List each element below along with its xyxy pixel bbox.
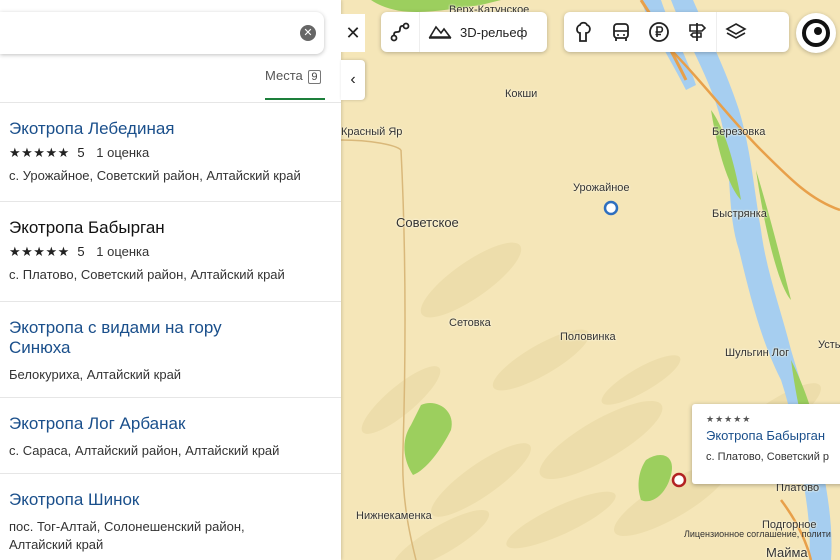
popup-address: с. Платово, Советский р xyxy=(706,451,830,463)
marker-urozhainoe[interactable] xyxy=(603,200,619,216)
relief-icon xyxy=(428,22,452,43)
route-icon[interactable] xyxy=(381,12,419,52)
map-label-setovka: Сетовка xyxy=(449,317,491,329)
map-label-nizhnekamenka: Нижнекаменка xyxy=(356,510,432,522)
result-title[interactable]: Экотропа Лебединая xyxy=(9,119,332,139)
relief-toggle-button[interactable]: 3D-рельеф xyxy=(419,12,537,52)
attraction-icon[interactable] xyxy=(564,12,602,52)
search-results-panel: ✕ Места 9 Экотропа Лебединая ★★★★★ 5 1 о… xyxy=(0,0,341,560)
result-address-line: Алтайский край xyxy=(9,537,104,552)
tab-places-label: Места xyxy=(265,68,303,83)
rating-value: 5 xyxy=(77,244,85,259)
rating-value: 5 xyxy=(77,145,85,160)
result-title-line: Экотропа с видами на гору xyxy=(9,318,222,337)
profile-button[interactable] xyxy=(796,13,836,53)
map-label-ust: Усть xyxy=(818,339,840,351)
result-rating: ★★★★★ 5 1 оценка xyxy=(9,244,332,260)
relief-label: 3D-рельеф xyxy=(460,24,528,40)
close-panel-button[interactable]: ✕ xyxy=(341,14,365,52)
map-label-sovetskoe: Советское xyxy=(396,215,459,230)
result-title[interactable]: Экотропа Лог Арбанак xyxy=(9,414,332,434)
popup-title[interactable]: Экотропа Бабырган xyxy=(706,428,838,443)
close-icon: ✕ xyxy=(345,23,361,43)
result-title[interactable]: Экотропа с видами на гору Синюха xyxy=(9,318,332,358)
result-rating: ★★★★★ 5 1 оценка xyxy=(9,145,332,161)
signpost-icon[interactable] xyxy=(678,12,716,52)
map-label-urozhainoe: Урожайное xyxy=(573,182,630,194)
map-label-kokshi: Кокши xyxy=(505,88,538,100)
result-address: Белокуриха, Алтайский край xyxy=(9,367,182,382)
map-label-maima: Майма xyxy=(766,545,808,560)
result-title-line: Синюха xyxy=(9,338,71,357)
clear-icon[interactable]: ✕ xyxy=(300,25,316,41)
result-title[interactable]: Экотропа Шинок xyxy=(9,490,332,510)
chevron-left-icon: ‹ xyxy=(350,71,356,88)
map-label-bystryanka: Быстрянка xyxy=(712,208,767,220)
ruble-icon[interactable] xyxy=(640,12,678,52)
transport-icon[interactable] xyxy=(602,12,640,52)
layers-icon[interactable] xyxy=(716,12,755,52)
result-address: пос. Тог-Алтай, Солонешенский район, Алт… xyxy=(9,518,332,554)
result-address: с. Урожайное, Советский район, Алтайский… xyxy=(9,168,301,183)
collapse-panel-button[interactable]: ‹ xyxy=(341,60,365,100)
marker-babyrgan[interactable] xyxy=(671,472,687,488)
result-item[interactable]: Экотропа Лебединая ★★★★★ 5 1 оценка с. У… xyxy=(0,103,341,202)
avatar-icon xyxy=(802,19,830,47)
result-item[interactable]: Экотропа Лог Арбанак с. Сараса, Алтайски… xyxy=(0,398,341,474)
review-count: 1 оценка xyxy=(96,244,150,259)
result-address: с. Сараса, Алтайский район, Алтайский кр… xyxy=(9,443,280,458)
rating-stars: ★★★★★ xyxy=(9,145,70,160)
map-toolbar-layers xyxy=(564,12,789,52)
popup-rating-stars: ★★★★★ xyxy=(706,414,752,424)
map-label-berezovka: Березовка xyxy=(712,126,766,138)
review-count: 1 оценка xyxy=(96,145,150,160)
results-tabs: Места 9 xyxy=(0,56,341,103)
copyright-text[interactable]: Лицензионное соглашение, полити xyxy=(684,529,831,539)
map-label-krasny-yar: Красный Яр xyxy=(341,126,403,138)
result-address-line: пос. Тог-Алтай, Солонешенский район, xyxy=(9,519,245,534)
rating-stars: ★★★★★ xyxy=(9,244,70,259)
tab-places-count: 9 xyxy=(308,70,321,84)
result-item[interactable]: Экотропа с видами на гору Синюха Белокур… xyxy=(0,302,341,398)
result-item[interactable]: Экотропа Шинок пос. Тог-Алтай, Солонешен… xyxy=(0,474,341,560)
map-label-shulgin-log: Шульгин Лог xyxy=(725,347,790,359)
result-title[interactable]: Экотропа Бабырган xyxy=(9,218,332,238)
result-item[interactable]: Экотропа Бабырган ★★★★★ 5 1 оценка с. Пл… xyxy=(0,202,341,302)
map-label-polovinka: Половинка xyxy=(560,331,616,343)
map-toolbar-route-relief: 3D-рельеф xyxy=(381,12,547,52)
result-address: с. Платово, Советский район, Алтайский к… xyxy=(9,267,285,282)
place-popup[interactable]: ★★★★★ Экотропа Бабырган с. Платово, Сове… xyxy=(692,404,840,484)
tab-places[interactable]: Места 9 xyxy=(265,66,325,100)
search-input[interactable]: ✕ xyxy=(0,12,324,54)
